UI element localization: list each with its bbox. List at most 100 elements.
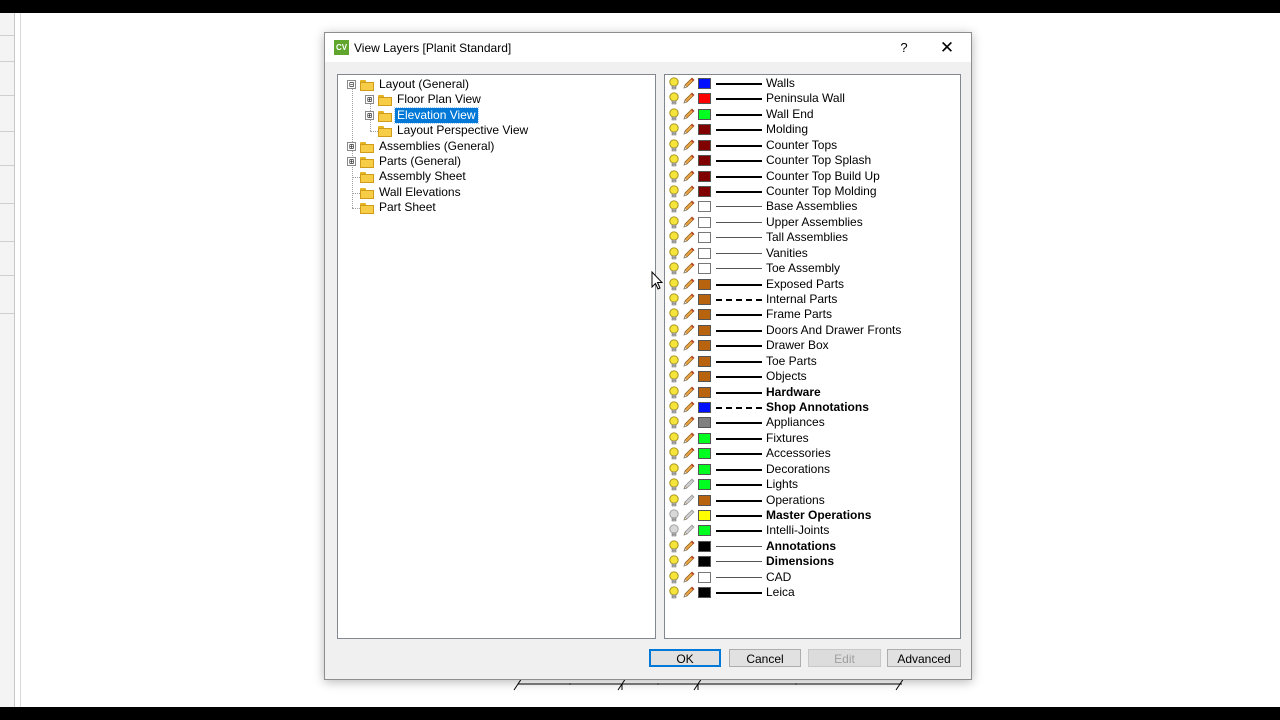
layer-color-swatch[interactable]	[698, 571, 711, 583]
line-style-sample[interactable]	[716, 329, 762, 332]
line-style-sample[interactable]	[716, 468, 762, 471]
lightbulb-icon[interactable]	[668, 185, 680, 199]
line-style-sample[interactable]	[716, 191, 762, 193]
layer-color-swatch[interactable]	[698, 417, 711, 429]
pencil-icon[interactable]	[682, 524, 695, 537]
lightbulb-icon[interactable]	[668, 555, 680, 569]
lightbulb-icon[interactable]	[668, 277, 680, 292]
layer-row[interactable]: Intelli-Joints	[665, 523, 960, 538]
layer-row[interactable]: Drawer Box	[665, 338, 960, 353]
layer-color-swatch[interactable]	[698, 463, 711, 475]
layer-row[interactable]: CAD	[665, 570, 960, 585]
pencil-icon[interactable]	[682, 540, 695, 553]
lightbulb-icon[interactable]	[668, 524, 680, 538]
lightbulb-icon[interactable]	[668, 293, 680, 307]
layer-color-swatch[interactable]	[698, 494, 711, 506]
line-style-sample[interactable]	[716, 237, 762, 239]
layer-color-swatch[interactable]	[698, 386, 711, 398]
line-style-sample[interactable]	[716, 113, 762, 116]
lightbulb-icon[interactable]	[668, 169, 680, 184]
layer-color-swatch[interactable]	[698, 556, 711, 568]
tree-item[interactable]: Wall Elevations	[338, 185, 648, 200]
layer-row[interactable]: Counter Tops	[665, 138, 960, 153]
lightbulb-icon[interactable]	[668, 247, 680, 261]
pencil-icon[interactable]	[682, 509, 695, 522]
pencil-icon[interactable]	[682, 432, 695, 445]
layer-color-swatch[interactable]	[698, 139, 711, 151]
line-style-sample[interactable]	[716, 561, 762, 563]
pencil-icon[interactable]	[682, 262, 695, 275]
lightbulb-icon[interactable]	[668, 77, 680, 91]
pencil-icon[interactable]	[682, 154, 695, 167]
lightbulb-icon[interactable]	[668, 463, 680, 477]
layer-color-swatch[interactable]	[698, 294, 711, 306]
layer-color-swatch[interactable]	[698, 186, 711, 197]
line-style-sample[interactable]	[716, 422, 762, 425]
layer-color-swatch[interactable]	[698, 402, 711, 414]
dialog-titlebar[interactable]: CV View Layers [Planit Standard] ? ✕	[325, 33, 971, 62]
line-style-sample[interactable]	[716, 576, 762, 578]
layer-row[interactable]: Accessories	[665, 446, 960, 461]
line-style-sample[interactable]	[716, 376, 762, 379]
tree-item[interactable]: Part Sheet	[338, 200, 648, 215]
layer-row[interactable]: Frame Parts	[665, 307, 960, 322]
layer-row[interactable]: Internal Parts	[665, 292, 960, 307]
layer-row[interactable]: Decorations	[665, 462, 960, 477]
layer-row[interactable]: Walls	[665, 76, 960, 91]
pencil-icon[interactable]	[682, 77, 695, 90]
pencil-icon[interactable]	[682, 139, 695, 152]
layer-color-swatch[interactable]	[698, 108, 711, 120]
layer-row[interactable]: Leica	[665, 585, 960, 600]
pencil-icon[interactable]	[682, 200, 695, 213]
line-style-sample[interactable]	[716, 453, 762, 456]
lightbulb-icon[interactable]	[668, 355, 680, 369]
line-style-sample[interactable]	[716, 221, 762, 223]
lightbulb-icon[interactable]	[668, 339, 680, 353]
lightbulb-icon[interactable]	[668, 586, 680, 600]
pencil-icon[interactable]	[682, 92, 695, 105]
tree-item[interactable]: Layout Perspective View	[338, 123, 648, 138]
lightbulb-icon[interactable]	[668, 231, 680, 245]
pencil-icon[interactable]	[682, 586, 695, 599]
layer-row[interactable]: Dimensions	[665, 554, 960, 569]
layer-color-swatch[interactable]	[698, 510, 711, 522]
layer-row[interactable]: Counter Top Molding	[665, 184, 960, 199]
layer-color-swatch[interactable]	[698, 587, 711, 599]
line-style-sample[interactable]	[716, 283, 762, 286]
line-style-sample[interactable]	[716, 437, 762, 440]
layer-row[interactable]: Vanities	[665, 246, 960, 261]
pencil-icon[interactable]	[682, 247, 695, 260]
line-style-sample[interactable]	[716, 515, 762, 518]
layer-row[interactable]: Doors And Drawer Fronts	[665, 323, 960, 338]
layer-color-swatch[interactable]	[698, 201, 711, 213]
layer-row[interactable]: Upper Assemblies	[665, 215, 960, 230]
layer-color-swatch[interactable]	[698, 371, 711, 383]
layer-color-swatch[interactable]	[698, 540, 711, 552]
line-style-sample[interactable]	[716, 98, 762, 101]
expand-icon[interactable]: ⊞	[365, 95, 374, 105]
pencil-icon[interactable]	[682, 555, 695, 568]
close-button[interactable]: ✕	[935, 38, 959, 58]
layer-color-swatch[interactable]	[698, 247, 711, 259]
lightbulb-icon[interactable]	[668, 123, 680, 137]
line-style-sample[interactable]	[716, 530, 762, 533]
lightbulb-icon[interactable]	[668, 401, 680, 415]
collapse-icon[interactable]: ⊟	[347, 80, 356, 89]
layer-row[interactable]: Appliances	[665, 415, 960, 430]
tree-item[interactable]: ⊟ Layout (General)	[338, 77, 648, 92]
lightbulb-icon[interactable]	[668, 478, 680, 492]
lightbulb-icon[interactable]	[668, 571, 680, 585]
layer-row[interactable]: Objects	[665, 369, 960, 384]
layer-color-swatch[interactable]	[698, 124, 711, 136]
layer-color-swatch[interactable]	[698, 309, 711, 321]
pencil-icon[interactable]	[682, 478, 695, 491]
pencil-icon[interactable]	[682, 170, 695, 183]
tree-item[interactable]: ⊞ Assemblies (General)	[338, 139, 648, 154]
layer-row[interactable]: Peninsula Wall	[665, 91, 960, 106]
layer-row[interactable]: Molding	[665, 122, 960, 137]
layer-color-swatch[interactable]	[698, 525, 711, 537]
layer-color-swatch[interactable]	[698, 448, 711, 460]
pencil-icon[interactable]	[682, 293, 695, 306]
lightbulb-icon[interactable]	[668, 216, 680, 230]
pencil-icon[interactable]	[682, 571, 695, 584]
